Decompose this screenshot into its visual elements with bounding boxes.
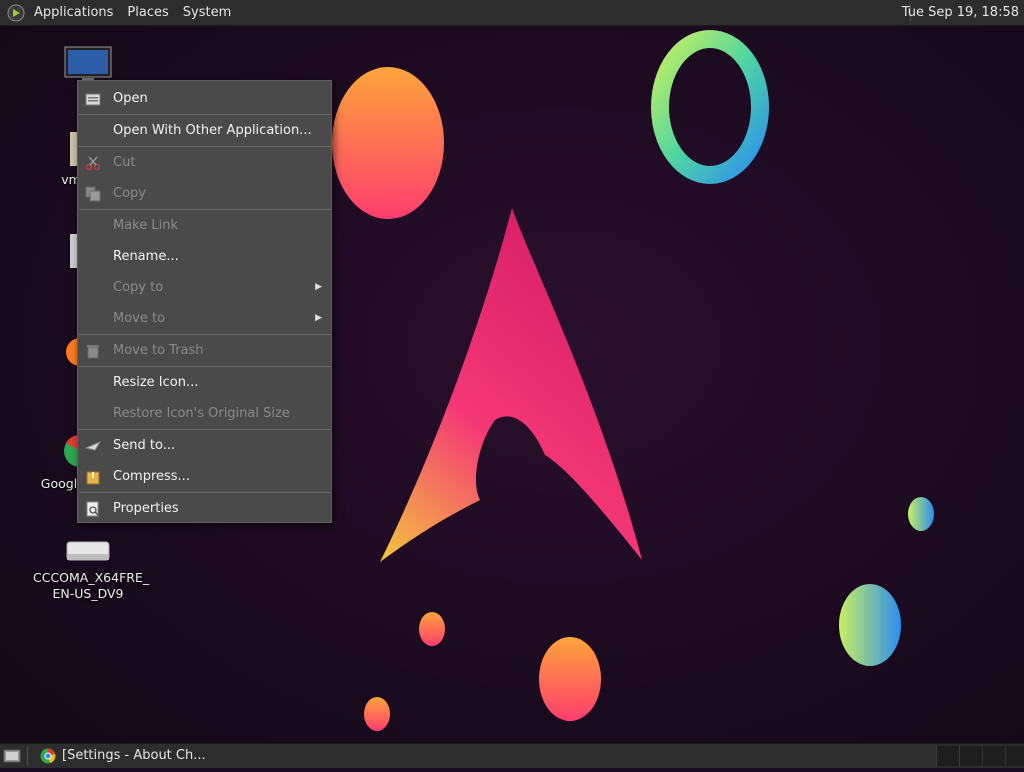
applications-menu[interactable]: Applications: [27, 0, 120, 25]
scissors-icon: [85, 156, 101, 171]
desktop-icon-label: Googl: [40, 476, 78, 491]
workspace-2[interactable]: [959, 746, 982, 766]
menu-item-label: Open: [113, 91, 148, 106]
menu-item-label: Move to Trash: [113, 343, 204, 358]
open-icon: [85, 93, 101, 106]
orange-circle-medium: [539, 637, 601, 721]
menu-item-copy[interactable]: Copy: [78, 178, 331, 209]
desktop-icon-label-line2: EN-US_DV9: [52, 586, 124, 601]
menu-item-move-to-trash[interactable]: Move to Trash: [78, 335, 331, 366]
top-panel: Applications Places System Tue Sep 19, 1…: [0, 0, 1024, 26]
menu-item-label: Properties: [113, 501, 179, 516]
copy-icon: [85, 186, 101, 202]
menu-item-compress[interactable]: Compress...: [78, 461, 331, 492]
orange-circle-large: [332, 67, 444, 219]
menu-item-move-to[interactable]: Move to ▶: [78, 303, 331, 334]
small-blue-circle: [908, 497, 934, 531]
gradient-ring: [651, 30, 769, 184]
taskbar-window-title: [Settings - About Ch...: [62, 748, 206, 763]
menu-item-label: Resize Icon...: [113, 375, 199, 390]
workspace-4[interactable]: [1005, 746, 1024, 766]
blue-circle: [839, 584, 901, 666]
panel-separator: [27, 747, 28, 765]
menu-item-label: Cut: [113, 155, 136, 170]
menu-item-label: Open With Other Application...: [113, 123, 312, 138]
menu-item-restore-icon-size[interactable]: Restore Icon's Original Size: [78, 398, 331, 429]
context-menu: Open Open With Other Application... Cut …: [77, 80, 332, 523]
orange-circle-small: [419, 612, 445, 646]
send-icon: [85, 441, 101, 451]
desktop-icon-label-line1: CCCOMA_X64FRE_: [33, 570, 150, 585]
menu-item-label: Rename...: [113, 249, 179, 264]
menu-item-properties[interactable]: Properties: [78, 493, 331, 524]
desktop-icon-drive[interactable]: CCCOMA_X64FRE_ EN-US_DV9: [33, 538, 150, 602]
menu-item-label: Send to...: [113, 438, 176, 453]
submenu-arrow-icon: ▶: [315, 313, 322, 323]
menu-item-open[interactable]: Open: [78, 83, 331, 114]
menu-item-copy-to[interactable]: Copy to ▶: [78, 272, 331, 303]
places-menu[interactable]: Places: [120, 0, 175, 25]
menu-item-send-to[interactable]: Send to...: [78, 430, 331, 461]
show-desktop-icon[interactable]: [3, 748, 21, 764]
submenu-arrow-icon: ▶: [315, 282, 322, 292]
clock[interactable]: Tue Sep 19, 18:58: [902, 0, 1019, 25]
properties-icon: [86, 501, 99, 517]
menu-item-rename[interactable]: Rename...: [78, 241, 331, 272]
menu-item-label: Move to: [113, 311, 166, 326]
orange-circle-tiny: [364, 697, 390, 731]
trash-icon: [87, 345, 99, 359]
chrome-icon: [40, 748, 56, 764]
menu-item-resize-icon[interactable]: Resize Icon...: [78, 367, 331, 398]
arch-logo: [380, 208, 642, 562]
menu-item-label: Copy: [113, 186, 146, 201]
menu-item-label: Copy to: [113, 280, 164, 295]
menu-logo-icon[interactable]: [7, 4, 25, 22]
archive-icon: [86, 471, 100, 485]
menu-item-open-with[interactable]: Open With Other Application...: [78, 115, 331, 146]
bottom-panel: [Settings - About Ch...: [0, 743, 1024, 768]
taskbar-window-button[interactable]: [Settings - About Ch...: [32, 744, 292, 768]
drive-icon: [66, 541, 110, 561]
workspace-1[interactable]: [936, 746, 959, 766]
menu-item-label: Restore Icon's Original Size: [113, 406, 290, 421]
menu-item-label: Make Link: [113, 218, 178, 233]
menu-item-make-link[interactable]: Make Link: [78, 210, 331, 241]
menu-item-label: Compress...: [113, 469, 190, 484]
workspace-3[interactable]: [982, 746, 1005, 766]
system-menu[interactable]: System: [176, 0, 238, 25]
menu-item-cut[interactable]: Cut: [78, 147, 331, 178]
